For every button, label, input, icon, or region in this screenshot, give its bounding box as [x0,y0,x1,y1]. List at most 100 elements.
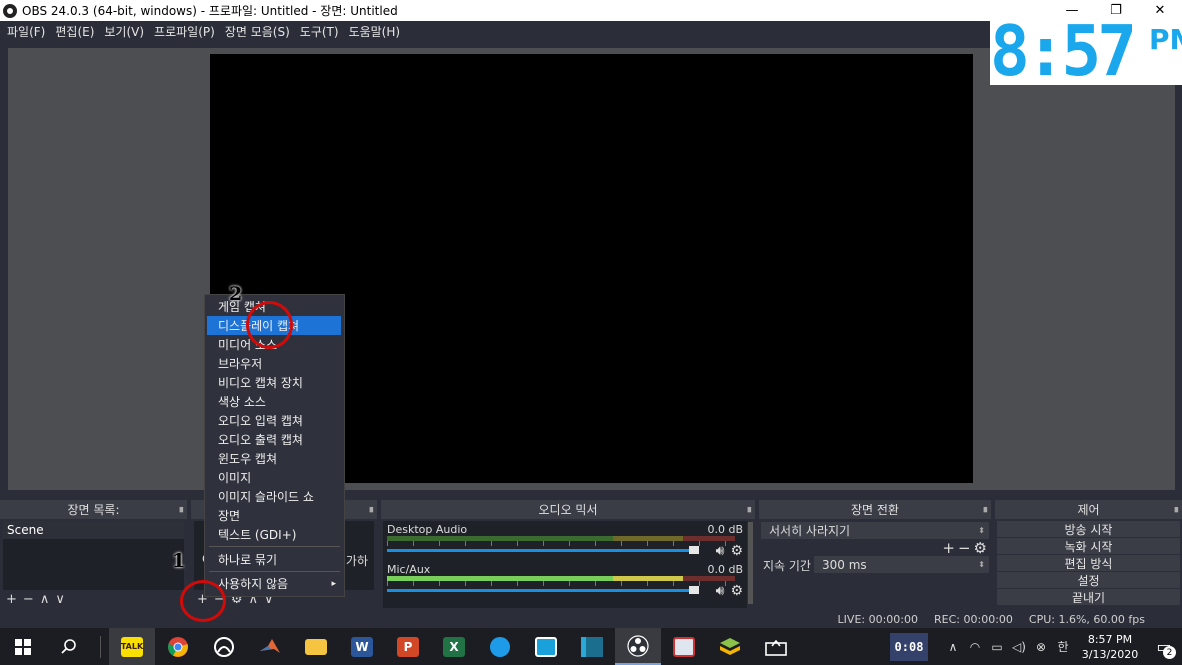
add-scene-button[interactable]: + [6,592,17,607]
scene-item[interactable]: Scene [3,521,184,539]
audio-channel-name: Desktop Audio [387,523,468,536]
sources-hint-right: 가하 [345,554,368,568]
search-icon[interactable] [46,628,92,665]
dock-float-icon[interactable]: ▗ [1171,503,1178,513]
menu-item-window-capture[interactable]: 윈도우 캡쳐 [205,449,344,468]
battery-icon[interactable]: ▭ [986,640,1008,654]
volume-fader-handle[interactable] [689,586,699,594]
capture-icon[interactable] [753,628,799,665]
close-button[interactable]: ✕ [1138,0,1182,21]
audio-mixer-body: Desktop Audio 0.0 dB 🔊︎ ⚙ Mic/Aux 0.0 dB… [383,521,747,608]
rec-status: REC: 00:00:00 [934,612,1013,626]
notification-center-icon[interactable]: ▭ 2 [1146,628,1182,665]
feedback-icon[interactable] [477,628,523,665]
dock-float-icon[interactable]: ▗ [366,503,373,513]
audio-mixer-dock: 오디오 믹서 ▗ Desktop Audio 0.0 dB 🔊︎ ⚙ Mic/A… [381,500,755,608]
speaker-icon[interactable]: 🔊︎ [716,543,725,559]
studio-mode-button[interactable]: 편집 방식 [997,555,1180,571]
menu-file[interactable]: 파일(F) [2,23,50,40]
transition-gear-icon[interactable]: ⚙ [974,539,987,557]
audio-channel-level: 0.0 dB [707,563,743,576]
scenes-list: Scene [3,521,184,590]
menu-tools[interactable]: 도구(T) [295,23,344,40]
chevron-up-icon[interactable]: ∧ [942,640,964,654]
audio-channel-desktop: Desktop Audio 0.0 dB 🔊︎ ⚙ [387,523,743,563]
remove-transition-button[interactable]: − [958,539,971,557]
kakaotalk-icon[interactable]: TALK [109,628,155,665]
menu-help[interactable]: 도움말(H) [344,23,406,40]
dock-float-icon[interactable]: ▗ [980,503,987,513]
menu-item-group[interactable]: 하나로 묶기 [205,550,344,569]
transitions-title-label: 장면 전환 [851,503,899,517]
gear-icon[interactable]: ⚙ [730,583,743,599]
highlight-circle-step1 [180,580,226,622]
system-tray: 0:08 ∧ ◠ ▭ ◁) ⊗ 한 8:57 PM 3/13/2020 ▭ 2 [890,628,1182,665]
spin-arrows-icon[interactable]: ⬍ [978,560,985,569]
powerpoint-label: P [397,636,419,657]
menu-edit[interactable]: 편집(E) [50,23,99,40]
start-streaming-button[interactable]: 방송 시작 [997,521,1180,537]
menu-item-color-source[interactable]: 색상 소스 [205,392,344,411]
taskbar-clock[interactable]: 8:57 PM 3/13/2020 [1074,632,1146,662]
wifi-icon[interactable]: ◠ [964,640,986,654]
file-explorer-icon[interactable] [293,628,339,665]
volume-fader-handle[interactable] [689,546,699,554]
photos-icon[interactable] [661,628,707,665]
windows-start-icon[interactable] [0,628,46,665]
obs-logo-icon [3,3,17,18]
menu-scene-collection[interactable]: 장면 모음(S) [220,23,295,40]
kakaotalk-label: TALK [121,636,143,657]
menu-profile[interactable]: 프로파일(P) [149,23,220,40]
volume-icon[interactable]: ◁) [1008,640,1030,654]
menu-item-audio-input-capture[interactable]: 오디오 입력 캡쳐 [205,411,344,430]
start-recording-button[interactable]: 녹화 시작 [997,538,1180,554]
dock-float-icon[interactable]: ▗ [744,503,751,513]
menu-item-deprecated[interactable]: 사용하지 않음 ▸ [205,574,344,593]
menu-view[interactable]: 보기(V) [99,23,149,40]
move-scene-down-button[interactable]: ∨ [55,592,65,607]
transition-select[interactable]: 서서히 사라지기 ⬍ [761,522,989,539]
clock-time: 8:57 [990,11,1137,92]
matlab-icon[interactable] [247,628,293,665]
volume-fader[interactable] [387,549,691,552]
menu-item-text-gdi[interactable]: 텍스트 (GDI+) [205,525,344,544]
speaker-icon[interactable]: 🔊︎ [716,583,725,599]
menu-item-image-slideshow[interactable]: 이미지 슬라이드 쇼 [205,487,344,506]
controls-title: 제어 ▗ [995,500,1182,519]
audio-channel-name: Mic/Aux [387,563,431,576]
move-scene-up-button[interactable]: ∧ [40,592,50,607]
menu-item-video-capture-device[interactable]: 비디오 캡쳐 장치 [205,373,344,392]
obs-icon[interactable] [615,628,661,665]
gear-icon[interactable]: ⚙ [730,543,743,559]
remove-scene-button[interactable]: − [23,592,34,607]
chrome-icon[interactable] [155,628,201,665]
word-icon[interactable]: W [339,628,385,665]
excel-icon[interactable]: X [431,628,477,665]
powerpoint-icon[interactable]: P [385,628,431,665]
scenes-dock: 장면 목록: ▗ Scene + − ∧ ∨ [0,500,187,608]
menu-item-image[interactable]: 이미지 [205,468,344,487]
mixer-scrollbar[interactable] [748,522,753,604]
bluestacks-icon[interactable] [707,628,753,665]
settings-button[interactable]: 설정 [997,572,1180,588]
exit-button[interactable]: 끝내기 [997,589,1180,605]
audio-channel-level: 0.0 dB [707,523,743,536]
scenes-dock-title: 장면 목록: ▗ [0,500,187,519]
scenes-footer: + − ∧ ∨ [0,590,187,608]
transition-actions: + − ⚙ [942,539,987,557]
add-transition-button[interactable]: + [942,539,955,557]
duration-value: 300 ms [822,557,867,572]
volume-fader[interactable] [387,589,691,592]
xbox-icon[interactable] [201,628,247,665]
dock-float-icon[interactable]: ▗ [176,503,183,513]
duration-spinbox[interactable]: 300 ms ⬍ [814,556,989,573]
timer-widget[interactable]: 0:08 [890,632,928,661]
menu-item-audio-output-capture[interactable]: 오디오 출력 캡쳐 [205,430,344,449]
close-circle-icon[interactable]: ⊗ [1030,640,1052,654]
menu-item-scene[interactable]: 장면 [205,506,344,525]
app-icon[interactable] [523,628,569,665]
studio-icon[interactable] [569,628,615,665]
photos-shape [673,636,695,657]
menu-item-browser[interactable]: 브라우저 [205,354,344,373]
ime-indicator[interactable]: 한 [1052,638,1074,655]
